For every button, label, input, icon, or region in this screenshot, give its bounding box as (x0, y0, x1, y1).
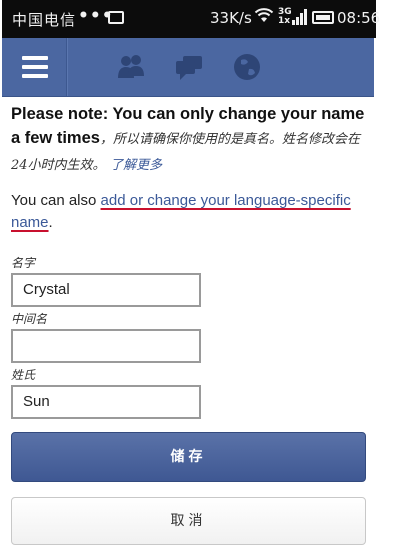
cancel-button[interactable]: 取消 (11, 497, 366, 545)
carrier-name: 中国电信 (12, 11, 77, 29)
network-type: 3G 1x (278, 7, 292, 26)
notifications-globe-icon[interactable] (232, 52, 262, 82)
name-change-notice: Please note: You can only change your na… (11, 102, 371, 178)
language-prefix: You can also (11, 192, 101, 209)
language-suffix: . (48, 214, 53, 231)
network-speed: 33K/s (210, 9, 252, 27)
last-name-field[interactable]: Sun (11, 385, 201, 419)
friend-requests-icon[interactable] (116, 52, 146, 82)
signal-strength-icon (292, 9, 308, 29)
first-name-field[interactable]: Crystal (11, 273, 201, 307)
facebook-header-bar (2, 38, 374, 97)
messages-icon[interactable] (174, 52, 204, 82)
middle-name-field[interactable] (11, 329, 201, 363)
battery-icon (312, 11, 334, 24)
save-button[interactable]: 储存 (11, 432, 366, 482)
status-bar: 中国电信 ••• 33K/s 3G 1x 08:56 (2, 0, 380, 38)
first-name-label: 名字 (11, 256, 36, 270)
wifi-icon (254, 6, 274, 28)
last-name-label: 姓氏 (11, 368, 36, 382)
language-name-notice: You can also add or change your language… (11, 190, 371, 234)
clock: 08:56 (337, 9, 381, 27)
image-notification-icon (108, 11, 124, 24)
middle-name-label: 中间名 (11, 312, 48, 326)
learn-more-link[interactable]: 了解更多 (110, 158, 162, 173)
hamburger-menu-icon[interactable] (2, 38, 67, 96)
